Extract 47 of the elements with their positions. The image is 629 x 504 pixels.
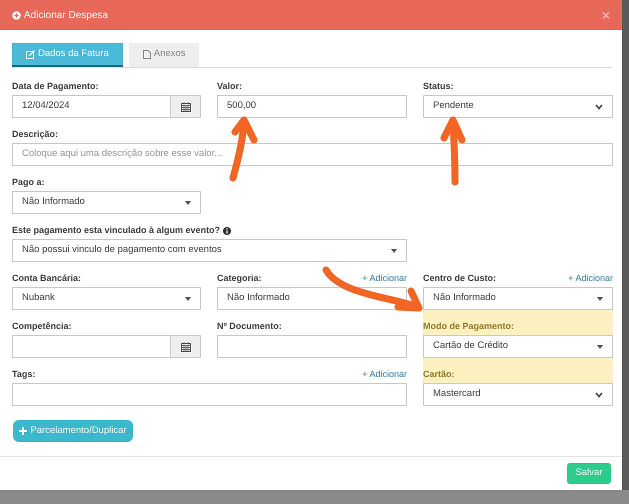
input-field[interactable] [12, 383, 407, 406]
chevron-down-icon [595, 392, 603, 398]
input-field[interactable]: 500,00 [217, 95, 407, 118]
caret-down-icon [597, 344, 603, 348]
add-link[interactable]: + Adicionar [568, 272, 613, 286]
dropdown-field[interactable]: Mastercard [423, 383, 613, 406]
chevron-down-icon [595, 104, 603, 110]
input-field[interactable] [12, 335, 171, 358]
dropdown-field[interactable]: Nubank [12, 287, 201, 310]
field-label: Valor: [217, 80, 242, 93]
input-field[interactable]: 12/04/2024 [12, 95, 171, 118]
input-field[interactable] [217, 335, 407, 358]
caret-down-icon [597, 296, 603, 300]
field-label: Pago a: [12, 176, 45, 189]
field-label: Categoria: [217, 272, 262, 285]
field-label: Status: [423, 80, 454, 93]
calendar-icon [180, 342, 190, 352]
caret-down-icon [185, 296, 191, 300]
field-label: Conta Bancária: [12, 272, 82, 285]
plus-icon [19, 427, 28, 435]
edit-icon [26, 50, 35, 58]
calendar-button[interactable] [171, 335, 201, 358]
field-label: Centro de Custo: [423, 272, 496, 285]
field-label: Tags: [12, 368, 36, 381]
annotation-arrow [440, 116, 466, 186]
field-label: Nº Documento: [217, 320, 282, 333]
dropdown-field[interactable]: Não possui vinculo de pagamento com eventos [12, 239, 407, 262]
field-label: Data de Pagamento: [12, 80, 99, 93]
modal-title: Adicionar Despesa [24, 8, 108, 22]
field-label: Cartão: [423, 368, 455, 381]
caret-down-icon [185, 200, 191, 204]
plus-circle-icon [12, 10, 21, 20]
calendar-icon [180, 102, 190, 112]
document-icon [142, 50, 151, 58]
calendar-button[interactable] [171, 95, 201, 118]
field-label: Este pagamento esta vinculado à algum evento? [12, 224, 220, 237]
dropdown-field[interactable]: Cartão de Crédito [423, 335, 613, 358]
field-label: Descrição: [12, 128, 58, 141]
add-link[interactable]: + Adicionar [362, 272, 407, 286]
add-link[interactable]: + Adicionar [362, 368, 407, 382]
dropdown-field[interactable]: Pendente [423, 95, 613, 118]
field-label: Competência: [12, 320, 72, 333]
annotation-arrow [230, 116, 258, 182]
caret-down-icon [391, 248, 397, 252]
dropdown-field[interactable]: Não Informado [12, 191, 201, 214]
dropdown-field[interactable]: Não Informado [423, 287, 613, 310]
field-label: Modo de Pagamento: [423, 320, 514, 333]
